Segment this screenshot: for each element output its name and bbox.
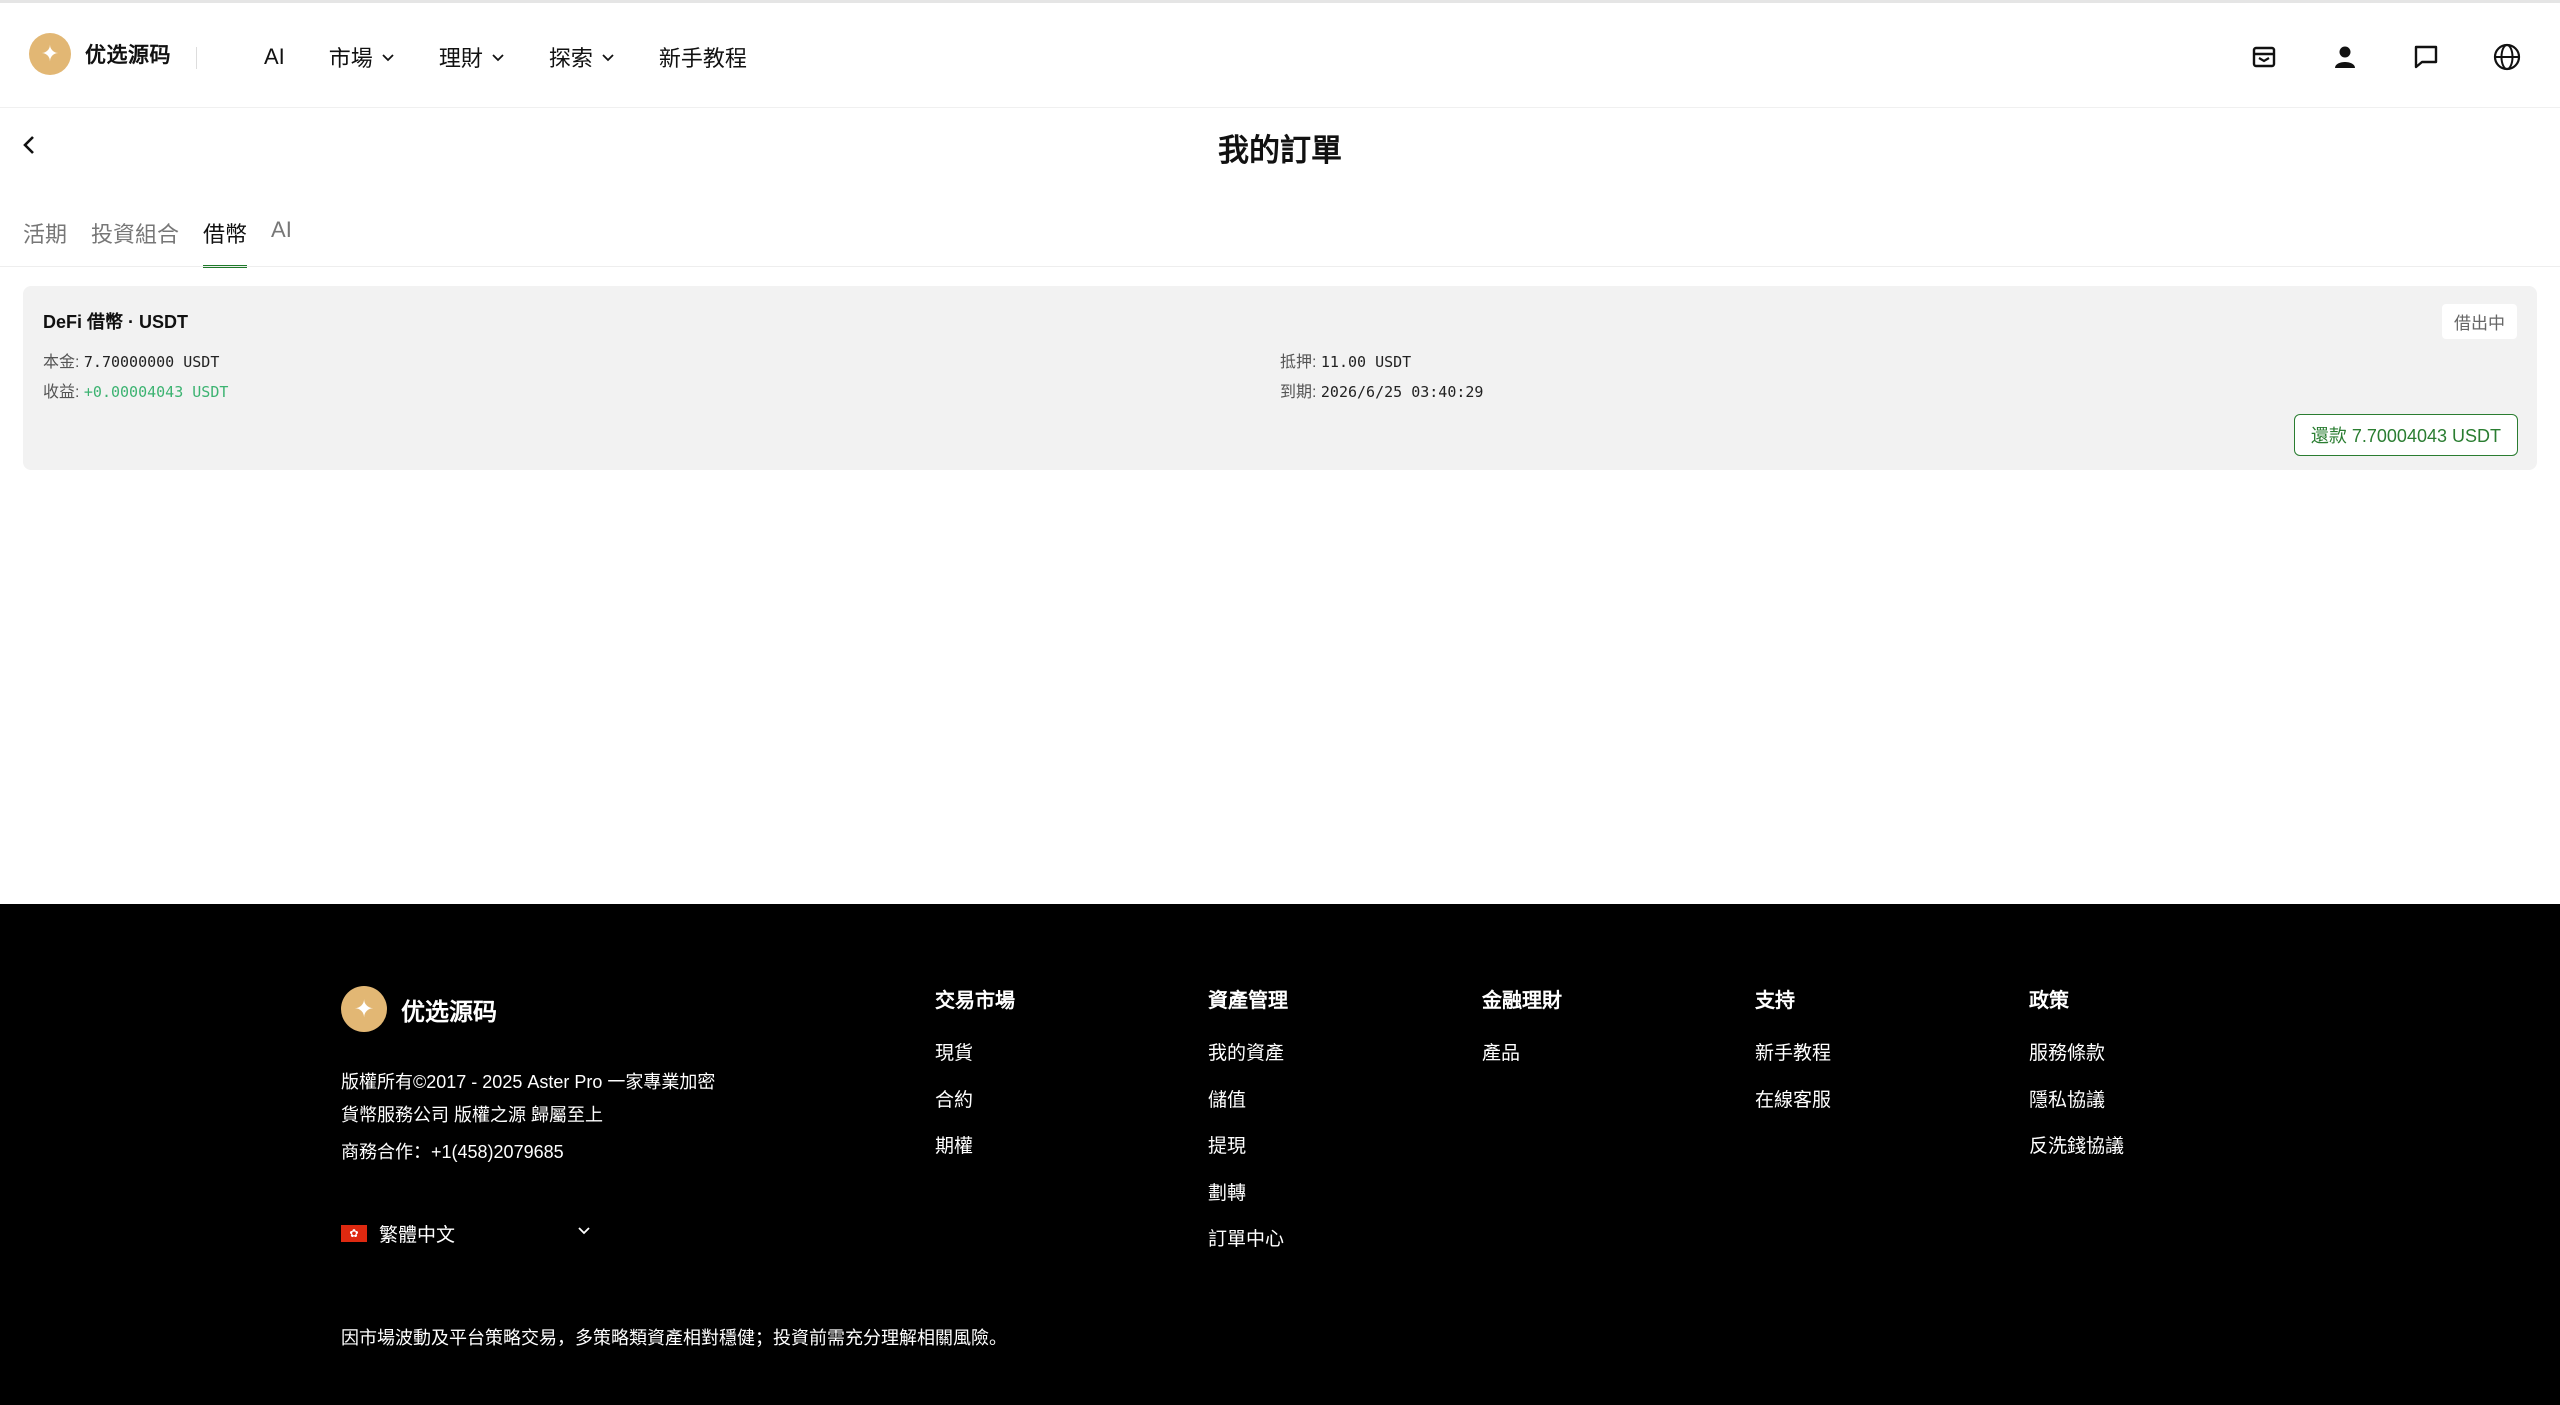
footer-brand-name: 优选源码	[401, 998, 497, 1026]
principal-label: 本金:	[43, 354, 80, 371]
principal-row: 本金: 7.70000000 USDT	[43, 348, 219, 372]
footer-col-title: 交易市場	[935, 990, 1015, 1012]
site-footer: ✦ 优选源码 版權所有©2017 - 2025 Aster Pro 一家專業加密…	[0, 904, 2560, 1405]
footer-link-options[interactable]: 期權	[935, 1124, 1015, 1171]
language-selector[interactable]: ✿ 繁體中文	[341, 1220, 591, 1247]
footer-col-policy: 政策 服務條款 隱私協議 反洗錢協議	[2029, 984, 2124, 1171]
footer-col-title: 政策	[2029, 990, 2069, 1012]
repay-button[interactable]: 還款 7.70004043 USDT	[2293, 414, 2518, 456]
status-badge: 借出中	[2442, 304, 2517, 339]
page-title: 我的訂單	[1218, 133, 1342, 168]
chevron-down-icon	[382, 54, 394, 62]
main-nav: AI 市場 理財 探索 新手教程	[264, 41, 791, 73]
collateral-value: 11.00 USDT	[1320, 353, 1412, 371]
collateral-row: 抵押: 11.00 USDT	[1280, 348, 1411, 372]
footer-link-contract[interactable]: 合約	[935, 1078, 1015, 1125]
header-actions	[2200, 40, 2524, 74]
due-value: 2026/6/25 03:40:29	[1320, 383, 1484, 401]
tab-ai[interactable]: AI	[271, 217, 292, 268]
footer-col-market: 交易市場 現貨 合約 期權	[935, 984, 1015, 1171]
earnings-value: +0.00004043 USDT	[83, 383, 229, 401]
nav-item-finance[interactable]: 理財	[439, 41, 505, 73]
collateral-label: 抵押:	[1280, 354, 1317, 371]
tab-flexible[interactable]: 活期	[23, 217, 67, 268]
footer-link-orders[interactable]: 訂單中心	[1208, 1217, 1288, 1264]
footer-col-title: 支持	[1755, 990, 1795, 1012]
nav-label: AI	[264, 44, 285, 69]
footer-col-assets: 資產管理 我的資產 儲值 提現 劃轉 訂單中心	[1208, 984, 1288, 1264]
due-row: 到期: 2026/6/25 03:40:29	[1280, 378, 1483, 402]
hk-flag-icon: ✿	[341, 1225, 367, 1242]
order-card: DeFi 借幣 · USDT 借出中 本金: 7.70000000 USDT 收…	[23, 286, 2537, 470]
top-header: ✦ 优选源码 AI 市場 理財 探索 新手教程	[0, 3, 2560, 108]
tab-borrow[interactable]: 借幣	[203, 217, 248, 268]
footer-brand: ✦ 优选源码	[341, 986, 497, 1032]
footer-link-support[interactable]: 在線客服	[1755, 1078, 1831, 1125]
footer-link-terms[interactable]: 服務條款	[2029, 1031, 2124, 1078]
footer-col-title: 金融理財	[1482, 990, 1562, 1012]
footer-link-tutorial[interactable]: 新手教程	[1755, 1031, 1831, 1078]
header-divider	[196, 47, 197, 69]
earnings-row: 收益: +0.00004043 USDT	[43, 378, 228, 402]
footer-col-finance: 金融理財 產品	[1482, 984, 1562, 1078]
nav-item-ai[interactable]: AI	[264, 44, 285, 70]
language-label: 繁體中文	[379, 1225, 456, 1246]
footer-link-aml[interactable]: 反洗錢協議	[2029, 1124, 2124, 1171]
business-contact: 商務合作：+1(458)2079685	[341, 1142, 564, 1162]
user-icon[interactable]	[2328, 40, 2362, 74]
globe-icon[interactable]	[2490, 40, 2524, 74]
nav-label: 市場	[328, 46, 373, 71]
risk-disclaimer: 因市場波動及平台策略交易，多策略類資產相對穩健；投資前需充分理解相關風險。	[341, 1328, 1007, 1348]
order-title: DeFi 借幣 · USDT	[43, 312, 189, 332]
principal-value: 7.70000000 USDT	[83, 353, 220, 371]
footer-link-my-assets[interactable]: 我的資產	[1208, 1031, 1288, 1078]
nav-item-tutorial[interactable]: 新手教程	[659, 41, 747, 73]
copyright-text: 版權所有©2017 - 2025 Aster Pro 一家專業加密貨幣服務公司 …	[341, 1072, 716, 1125]
nav-label: 理財	[438, 46, 483, 71]
footer-link-transfer[interactable]: 劃轉	[1208, 1171, 1288, 1218]
footer-link-spot[interactable]: 現貨	[935, 1031, 1015, 1078]
brand-logo[interactable]: ✦ 优选源码	[29, 33, 171, 75]
tabs-divider	[0, 266, 2560, 267]
footer-link-products[interactable]: 產品	[1482, 1031, 1562, 1078]
brand-name: 优选源码	[85, 44, 171, 67]
nav-item-explore[interactable]: 探索	[549, 41, 615, 73]
tab-portfolio[interactable]: 投資組合	[91, 217, 179, 268]
order-tabs: 活期 投資組合 借幣 AI	[23, 217, 316, 268]
mailbox-icon[interactable]	[2247, 40, 2281, 74]
nav-item-market[interactable]: 市場	[329, 41, 395, 73]
earnings-label: 收益:	[43, 384, 80, 401]
footer-col-title: 資產管理	[1208, 990, 1288, 1012]
logo-icon: ✦	[341, 986, 387, 1032]
footer-col-support: 支持 新手教程 在線客服	[1755, 984, 1831, 1124]
message-icon[interactable]	[2409, 40, 2443, 74]
chevron-down-icon	[602, 54, 614, 62]
footer-link-withdraw[interactable]: 提現	[1208, 1124, 1288, 1171]
nav-label: 探索	[548, 46, 593, 71]
footer-link-privacy[interactable]: 隱私協議	[2029, 1078, 2124, 1125]
due-label: 到期:	[1280, 384, 1317, 401]
logo-icon: ✦	[29, 33, 71, 75]
footer-link-deposit[interactable]: 儲值	[1208, 1078, 1288, 1125]
nav-label: 新手教程	[658, 46, 747, 71]
chevron-down-icon	[492, 54, 504, 62]
chevron-down-icon	[578, 1227, 590, 1235]
